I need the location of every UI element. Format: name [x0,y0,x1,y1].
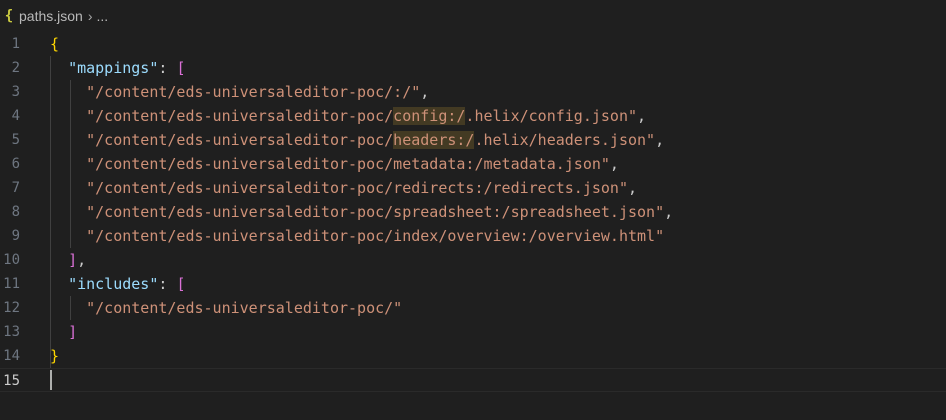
line-number: 4 [11,108,20,124]
line-content: { [50,32,59,56]
code-token: "/content/eds-universaleditor-poc/" [86,299,403,317]
code-token: , [664,203,674,221]
code-line[interactable]: 11 "includes": [ [0,272,946,296]
line-number: 8 [11,204,20,220]
line-number: 15 [3,373,20,389]
code-line[interactable]: 3 "/content/eds-universaleditor-poc/:/", [0,80,946,104]
code-line[interactable]: 13 ] [0,320,946,344]
line-content: "/content/eds-universaleditor-poc/header… [50,128,664,152]
code-line[interactable]: 10 ], [0,248,946,272]
code-line[interactable]: 9 "/content/eds-universaleditor-poc/inde… [0,224,946,248]
line-number: 5 [11,132,20,148]
text-cursor [50,370,52,390]
json-file-icon: { [4,8,14,24]
breadcrumb-more[interactable]: ... [97,8,109,24]
code-line[interactable]: 15 [0,368,946,392]
code-token: headers:/ [393,131,475,149]
code-line[interactable]: 8 "/content/eds-universaleditor-poc/spre… [0,200,946,224]
line-number: 14 [3,348,20,364]
code-line[interactable]: 7 "/content/eds-universaleditor-poc/redi… [0,176,946,200]
code-token: } [50,347,60,365]
code-token: ] [68,323,78,341]
code-line[interactable]: 5 "/content/eds-universaleditor-poc/head… [0,128,946,152]
line-content: "/content/eds-universaleditor-poc/index/… [50,224,664,248]
code-line[interactable]: 2 "mappings": [ [0,56,946,80]
code-token: [ [176,275,186,293]
line-content: "mappings": [ [50,56,185,80]
line-content: ] [50,320,77,344]
code-token: [ [176,59,186,77]
code-token: "/content/eds-universaleditor-poc/redire… [86,179,628,197]
code-line[interactable]: 4 "/content/eds-universaleditor-poc/conf… [0,104,946,128]
line-content: "/content/eds-universaleditor-poc/spread… [50,200,673,224]
line-number: 9 [11,228,20,244]
code-token: , [655,131,665,149]
code-token: "mappings" [68,59,159,77]
line-content: "/content/eds-universaleditor-poc/config… [50,104,646,128]
breadcrumb-file-name[interactable]: paths.json [19,8,83,24]
code-line[interactable]: 6 "/content/eds-universaleditor-poc/meta… [0,152,946,176]
code-token: "/content/eds-universaleditor-poc/ [86,107,394,125]
code-token: , [637,107,647,125]
code-token: "/content/eds-universaleditor-poc/metada… [86,155,610,173]
code-token: : [158,59,177,77]
line-number: 11 [3,276,20,292]
line-content: ], [50,248,86,272]
code-token: , [420,83,430,101]
code-token: .helix/headers.json" [474,131,656,149]
code-token: "includes" [68,275,159,293]
line-content: "/content/eds-universaleditor-poc/:/", [50,80,429,104]
code-token: "/content/eds-universaleditor-poc/index/… [86,227,665,245]
line-number: 3 [11,84,20,100]
code-token: "/content/eds-universaleditor-poc/spread… [86,203,665,221]
line-content: "/content/eds-universaleditor-poc/redire… [50,176,637,200]
line-number: 12 [3,300,20,316]
line-number: 2 [11,60,20,76]
code-token: , [627,179,638,197]
code-token: config:/ [393,107,466,125]
line-number: 7 [11,180,20,196]
breadcrumb: { paths.json › ... [0,0,946,32]
line-number: 6 [11,156,20,172]
code-token: { [50,35,60,53]
code-line[interactable]: 14} [0,344,946,368]
line-content: "/content/eds-universaleditor-poc/" [50,296,402,320]
line-number: 13 [3,324,20,340]
code-line[interactable]: 1{ [0,32,946,56]
code-token: "/content/eds-universaleditor-poc/ [86,131,394,149]
code-token: "/content/eds-universaleditor-poc/:/" [86,83,421,101]
code-token: .helix/config.json" [465,107,638,125]
line-content: "includes": [ [50,272,185,296]
line-content: } [50,344,59,368]
code-line[interactable]: 12 "/content/eds-universaleditor-poc/" [0,296,946,320]
line-number: 1 [11,36,20,52]
code-editor[interactable]: 1{2 "mappings": [3 "/content/eds-univers… [0,32,946,420]
line-content: "/content/eds-universaleditor-poc/metada… [50,152,619,176]
chevron-right-icon: › [87,8,93,24]
code-token: , [609,155,619,173]
code-token: ] [68,251,78,269]
code-token: , [77,251,87,269]
code-token: : [158,275,177,293]
line-number: 10 [3,252,20,268]
